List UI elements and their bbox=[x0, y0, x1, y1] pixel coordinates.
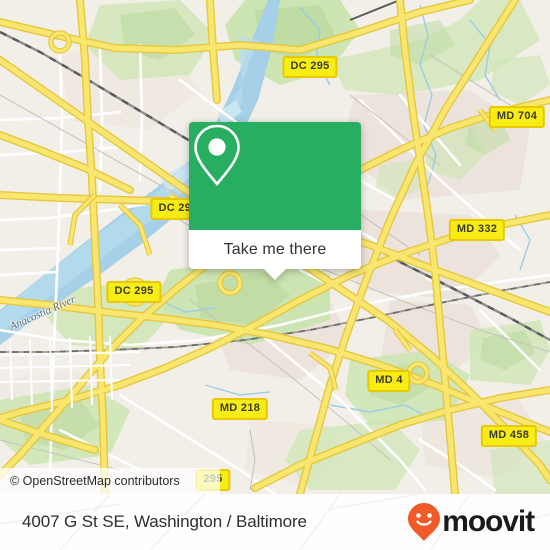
osm-attribution-text: © OpenStreetMap contributors bbox=[10, 474, 180, 488]
moovit-brand[interactable]: moovit bbox=[407, 502, 535, 542]
road-shield-dc295-south: DC 295 bbox=[106, 281, 162, 303]
road-shield-md332: MD 332 bbox=[448, 219, 506, 241]
road-shield-md704: MD 704 bbox=[488, 106, 546, 128]
footer-bar: 4007 G St SE, Washington / Baltimore moo… bbox=[0, 494, 550, 550]
moovit-wordmark: moovit bbox=[442, 505, 535, 538]
moovit-map-screenshot: DC 295 MD 704 MD 332 DC 295 DC 295 MD 4 … bbox=[0, 0, 550, 550]
osm-attribution[interactable]: © OpenStreetMap contributors bbox=[0, 468, 220, 494]
callout-icon-panel bbox=[189, 122, 361, 230]
map-pin-icon bbox=[194, 124, 240, 187]
road-shield-md4: MD 4 bbox=[367, 370, 411, 392]
moovit-smiling-pin-icon bbox=[408, 503, 441, 541]
callout-pointer-tail bbox=[264, 269, 286, 280]
road-shield-md218: MD 218 bbox=[211, 398, 269, 420]
map-canvas[interactable]: DC 295 MD 704 MD 332 DC 295 DC 295 MD 4 … bbox=[0, 0, 550, 494]
road-shield-dc295-north: DC 295 bbox=[282, 56, 338, 78]
destination-callout[interactable]: Take me there bbox=[189, 122, 361, 280]
callout-action-panel[interactable]: Take me there bbox=[189, 230, 361, 280]
location-address: 4007 G St SE, Washington / Baltimore bbox=[22, 512, 307, 531]
road-shield-md458: MD 458 bbox=[480, 425, 538, 447]
take-me-there-label: Take me there bbox=[223, 240, 327, 258]
